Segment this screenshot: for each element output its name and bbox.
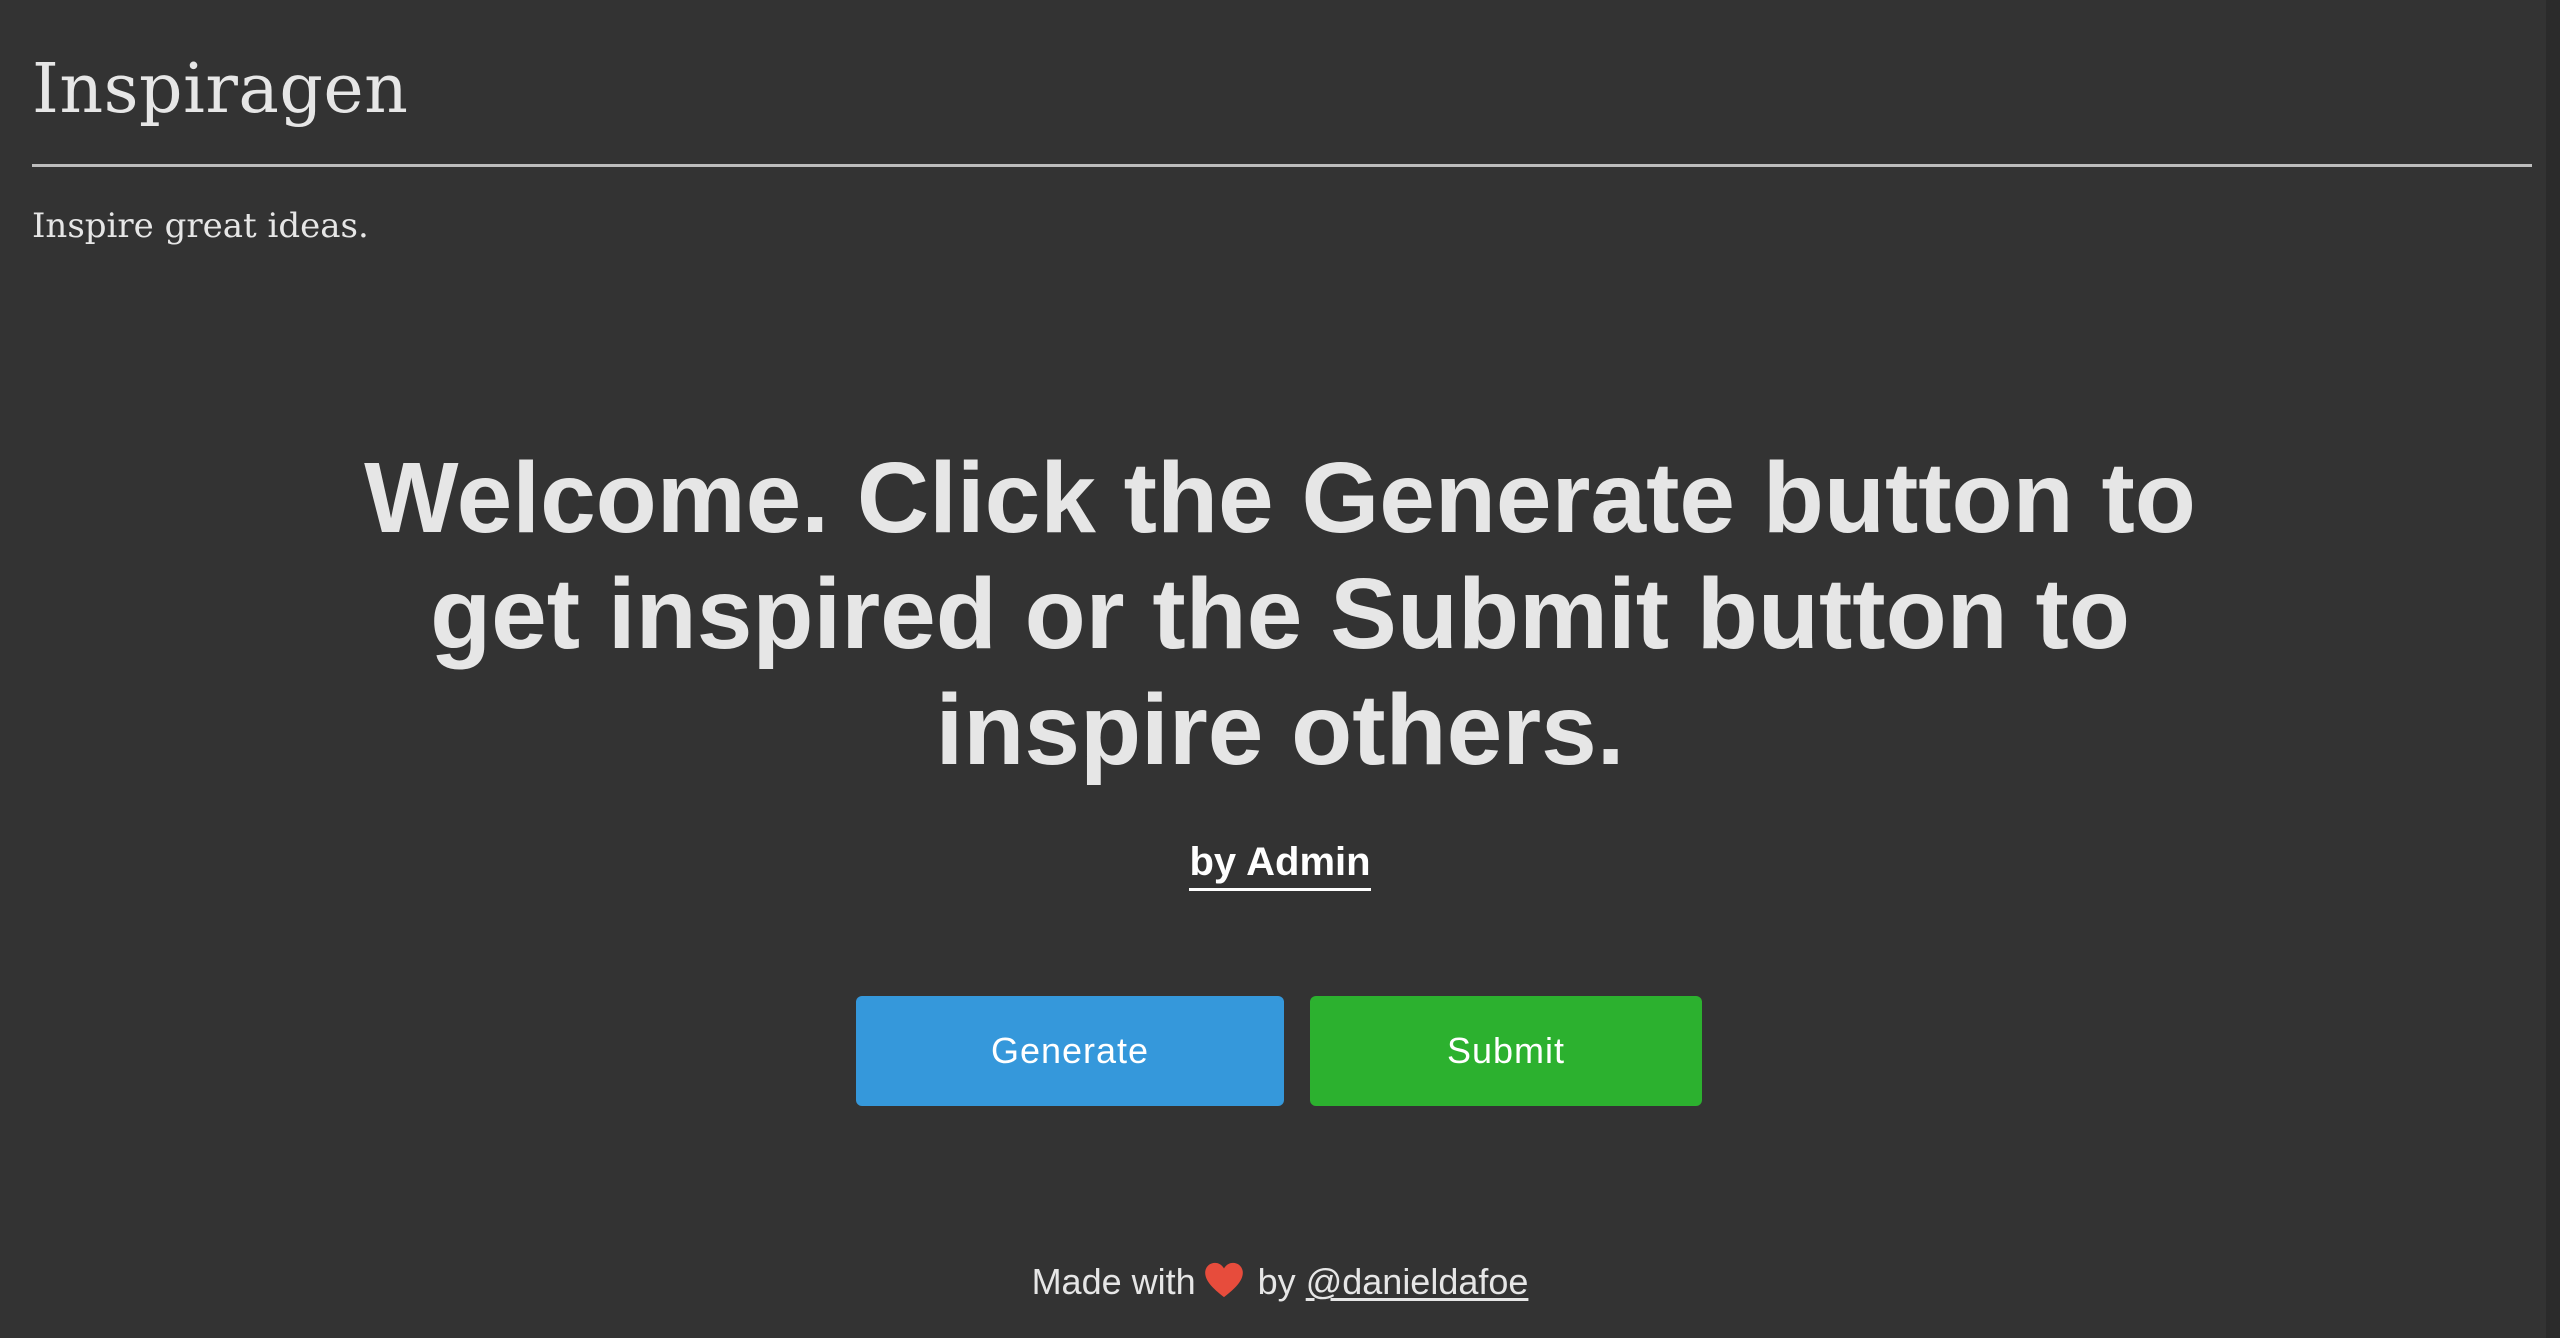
site-title[interactable]: Inspiragen <box>32 0 2532 136</box>
action-buttons: Generate Submit <box>856 996 1702 1106</box>
quote-text: Welcome. Click the Generate button to ge… <box>364 442 2196 786</box>
footer-made-with: Made with <box>1031 1261 1196 1302</box>
quote-author-link[interactable]: by Admin <box>1189 838 1371 891</box>
quote-author-wrapper: by Admin <box>0 838 2560 898</box>
footer-by: by <box>1257 1261 1296 1302</box>
page-scrollbar[interactable] <box>2546 0 2560 1338</box>
generate-button[interactable]: Generate <box>856 996 1284 1106</box>
author-name: Admin <box>1246 840 1371 884</box>
site-header: Inspiragen <box>32 0 2532 136</box>
site-tagline: Inspire great ideas. <box>32 206 369 246</box>
submit-button[interactable]: Submit <box>1310 996 1702 1106</box>
author-handle-link[interactable]: @danieldafoe <box>1306 1261 1529 1302</box>
heart-icon <box>1204 1262 1244 1310</box>
header-divider <box>32 164 2532 167</box>
author-prefix: by <box>1189 840 1237 884</box>
quote-section: Welcome. Click the Generate button to ge… <box>0 440 2560 898</box>
site-footer: Made with by @danieldafoe <box>0 1258 2560 1310</box>
